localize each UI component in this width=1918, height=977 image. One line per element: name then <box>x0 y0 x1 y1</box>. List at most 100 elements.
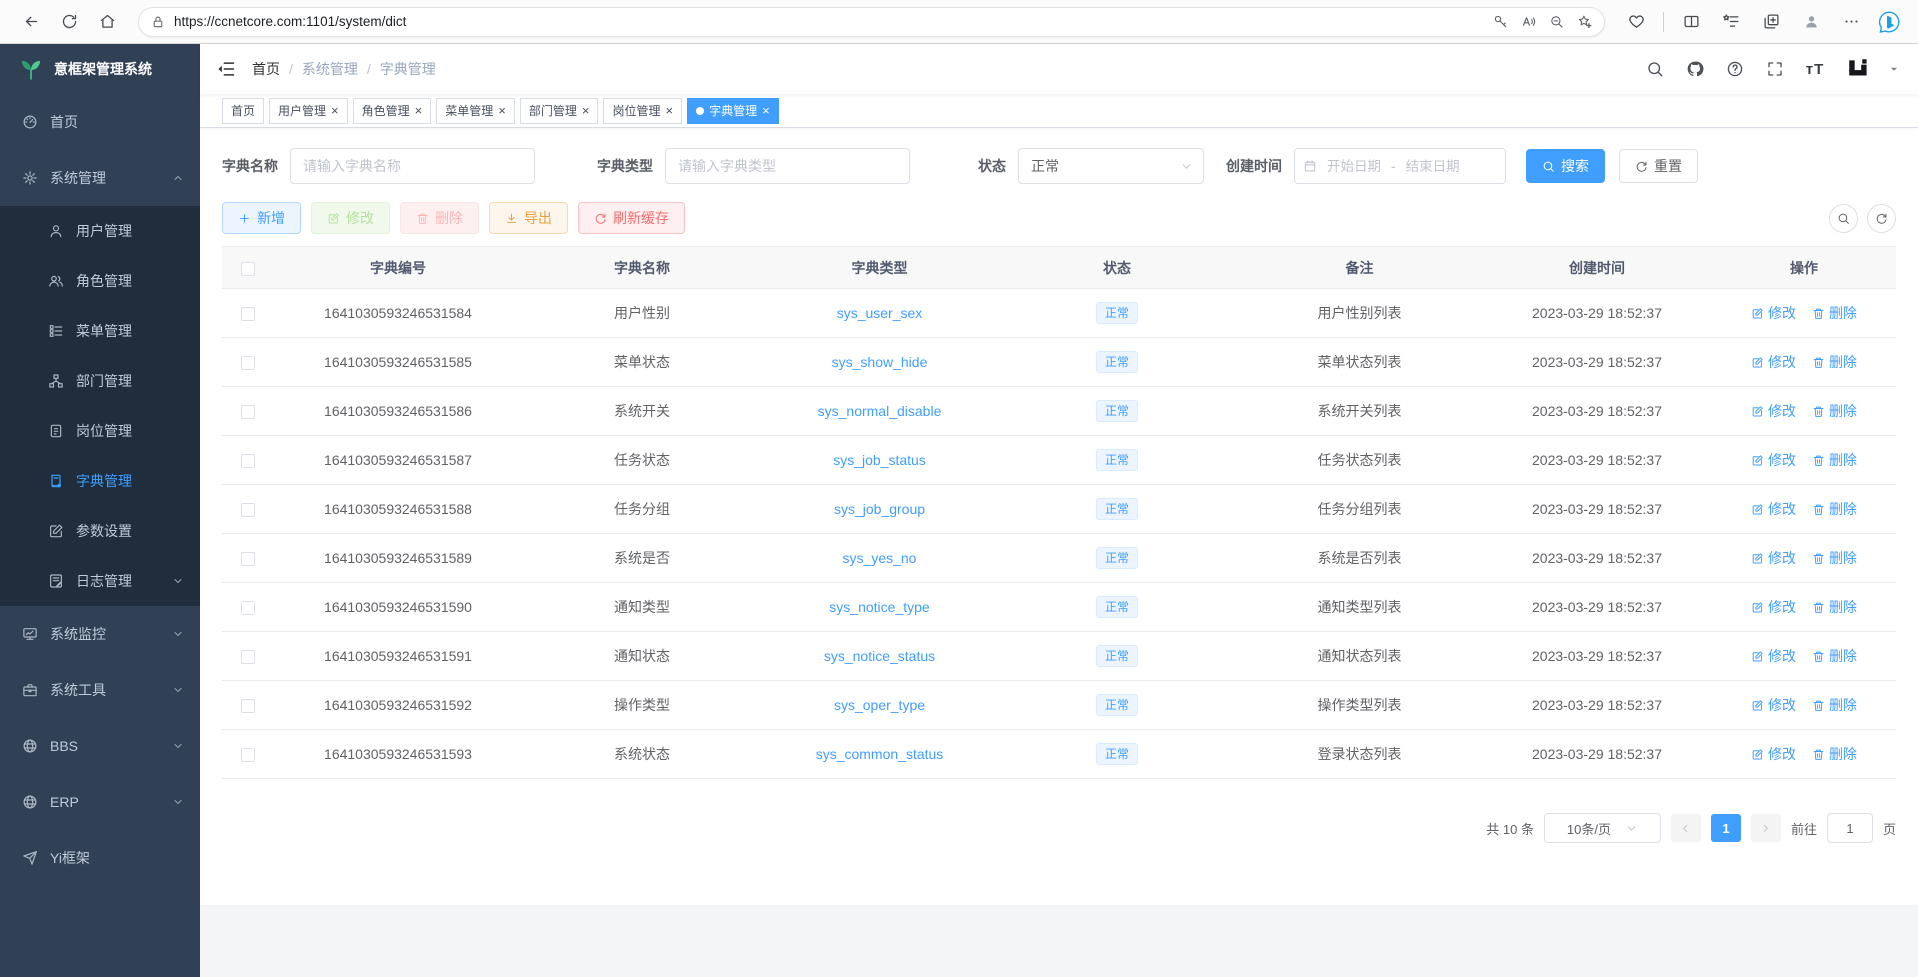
tab-user-mgmt[interactable]: 用户管理× <box>269 98 348 124</box>
dict-name-input[interactable] <box>290 148 535 184</box>
row-delete-link[interactable]: 删除 <box>1812 499 1857 519</box>
sidebar-item-dept-mgmt[interactable]: 部门管理 <box>0 356 200 406</box>
tab-post-mgmt[interactable]: 岗位管理× <box>603 98 682 124</box>
refresh-table-button[interactable] <box>1867 204 1896 233</box>
edit-button[interactable]: 修改 <box>311 202 390 234</box>
tab-dept-mgmt[interactable]: 部门管理× <box>520 98 599 124</box>
sidebar-item-system-admin[interactable]: 系统管理 <box>0 150 200 206</box>
dict-type-link[interactable]: sys_show_hide <box>832 354 928 370</box>
sidebar-item-role-mgmt[interactable]: 角色管理 <box>0 256 200 306</box>
page-1-button[interactable]: 1 <box>1711 814 1741 842</box>
dict-type-link[interactable]: sys_oper_type <box>834 697 925 713</box>
github-link-button[interactable] <box>1680 54 1710 84</box>
close-icon[interactable]: × <box>331 104 339 117</box>
row-checkbox[interactable] <box>241 650 255 664</box>
font-size-button[interactable]: тT <box>1800 54 1830 84</box>
reset-button[interactable]: 重置 <box>1619 149 1698 183</box>
add-favorite-button[interactable] <box>1570 8 1598 36</box>
fullscreen-button[interactable] <box>1760 54 1790 84</box>
row-edit-link[interactable]: 修改 <box>1751 646 1796 666</box>
refresh-cache-button[interactable]: 刷新缓存 <box>578 202 685 234</box>
tab-home[interactable]: 首页 <box>222 98 264 124</box>
row-edit-link[interactable]: 修改 <box>1751 450 1796 470</box>
copilot-button[interactable] <box>1874 7 1904 37</box>
sidebar-item-user-mgmt[interactable]: 用户管理 <box>0 206 200 256</box>
close-icon[interactable]: × <box>665 104 673 117</box>
row-delete-link[interactable]: 删除 <box>1812 548 1857 568</box>
browser-home-button[interactable] <box>90 5 124 39</box>
browser-menu-button[interactable] <box>1834 5 1868 39</box>
sidebar-item-system-monitor[interactable]: 系统监控 <box>0 606 200 662</box>
dict-type-link[interactable]: sys_common_status <box>816 746 944 762</box>
row-delete-link[interactable]: 删除 <box>1812 695 1857 715</box>
row-edit-link[interactable]: 修改 <box>1751 499 1796 519</box>
sidebar-item-erp[interactable]: ERP <box>0 774 200 830</box>
date-range-picker[interactable]: - <box>1294 148 1506 184</box>
row-delete-link[interactable]: 删除 <box>1812 646 1857 666</box>
breadcrumb-home[interactable]: 首页 <box>252 59 280 79</box>
browser-back-button[interactable] <box>14 5 48 39</box>
row-checkbox[interactable] <box>241 748 255 762</box>
sidebar-item-dict-mgmt[interactable]: 字典管理 <box>0 456 200 506</box>
row-checkbox[interactable] <box>241 699 255 713</box>
split-screen-button[interactable] <box>1674 5 1708 39</box>
toggle-search-button[interactable] <box>1829 204 1858 233</box>
row-edit-link[interactable]: 修改 <box>1751 744 1796 764</box>
row-checkbox[interactable] <box>241 552 255 566</box>
close-icon[interactable]: × <box>762 104 770 117</box>
sidebar-item-log-mgmt[interactable]: 日志管理 <box>0 556 200 606</box>
user-avatar[interactable] <box>1840 54 1878 84</box>
end-date-input[interactable] <box>1400 159 1466 174</box>
header-search-button[interactable] <box>1640 54 1670 84</box>
row-delete-link[interactable]: 删除 <box>1812 352 1857 372</box>
read-aloud-button[interactable] <box>1514 8 1542 36</box>
prev-page-button[interactable] <box>1671 814 1701 842</box>
password-key-button[interactable] <box>1486 8 1514 36</box>
export-button[interactable]: 导出 <box>489 202 568 234</box>
dict-type-link[interactable]: sys_job_group <box>834 501 925 517</box>
status-select[interactable]: 正常 <box>1018 148 1204 184</box>
select-all-checkbox[interactable] <box>241 262 255 276</box>
row-checkbox[interactable] <box>241 356 255 370</box>
sidebar-item-post-mgmt[interactable]: 岗位管理 <box>0 406 200 456</box>
row-edit-link[interactable]: 修改 <box>1751 695 1796 715</box>
row-edit-link[interactable]: 修改 <box>1751 303 1796 323</box>
dict-type-link[interactable]: sys_job_status <box>833 452 926 468</box>
goto-page-input[interactable] <box>1827 813 1873 843</box>
sidebar-toggle-button[interactable] <box>216 59 236 79</box>
search-button[interactable]: 搜索 <box>1526 149 1605 183</box>
row-edit-link[interactable]: 修改 <box>1751 401 1796 421</box>
help-button[interactable] <box>1720 54 1750 84</box>
dict-type-link[interactable]: sys_user_sex <box>837 305 923 321</box>
start-date-input[interactable] <box>1321 159 1387 174</box>
add-button[interactable]: 新增 <box>222 202 301 234</box>
collections-button[interactable] <box>1754 5 1788 39</box>
browser-essentials-button[interactable] <box>1619 5 1653 39</box>
row-edit-link[interactable]: 修改 <box>1751 352 1796 372</box>
app-logo[interactable]: 意框架管理系统 <box>0 44 200 94</box>
tab-role-mgmt[interactable]: 角色管理× <box>353 98 432 124</box>
tab-dict-mgmt[interactable]: 字典管理× <box>687 98 779 124</box>
browser-refresh-button[interactable] <box>52 5 86 39</box>
row-checkbox[interactable] <box>241 307 255 321</box>
favorites-button[interactable] <box>1714 5 1748 39</box>
row-delete-link[interactable]: 删除 <box>1812 450 1857 470</box>
row-checkbox[interactable] <box>241 601 255 615</box>
dict-type-input[interactable] <box>665 148 910 184</box>
address-bar[interactable]: https://ccnetcore.com:1101/system/dict <box>138 7 1605 37</box>
page-size-select[interactable]: 10条/页 <box>1544 813 1661 843</box>
sidebar-item-param-settings[interactable]: 参数设置 <box>0 506 200 556</box>
dict-type-link[interactable]: sys_notice_status <box>824 648 935 664</box>
next-page-button[interactable] <box>1751 814 1781 842</box>
row-edit-link[interactable]: 修改 <box>1751 597 1796 617</box>
close-icon[interactable]: × <box>498 104 506 117</box>
row-checkbox[interactable] <box>241 405 255 419</box>
sidebar-item-home[interactable]: 首页 <box>0 94 200 150</box>
sidebar-item-yi-framework[interactable]: Yi框架 <box>0 830 200 886</box>
row-delete-link[interactable]: 删除 <box>1812 597 1857 617</box>
tab-menu-mgmt[interactable]: 菜单管理× <box>436 98 515 124</box>
row-delete-link[interactable]: 删除 <box>1812 401 1857 421</box>
url-text[interactable]: https://ccnetcore.com:1101/system/dict <box>174 14 1486 29</box>
dict-type-link[interactable]: sys_yes_no <box>843 550 917 566</box>
avatar-caret-button[interactable] <box>1888 63 1900 75</box>
